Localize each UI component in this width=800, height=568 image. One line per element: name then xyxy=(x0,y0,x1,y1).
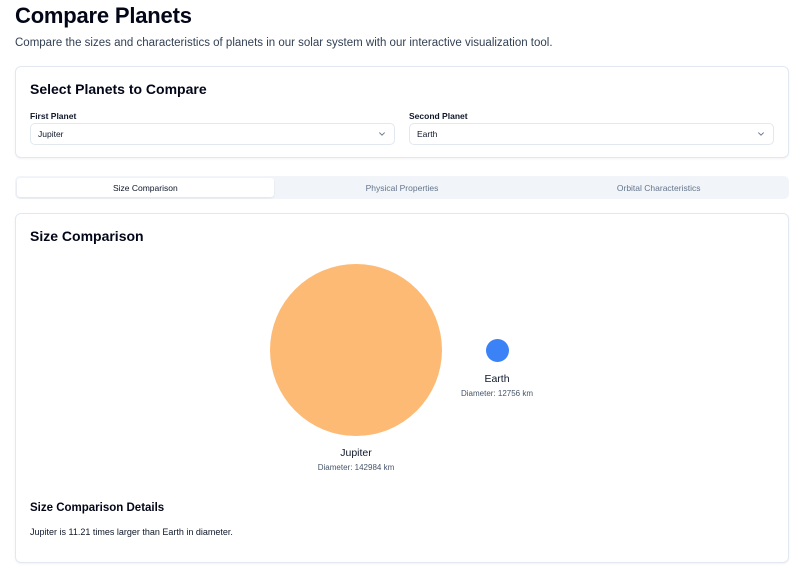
tab-orbital-characteristics[interactable]: Orbital Characteristics xyxy=(530,178,787,197)
first-planet-select[interactable]: Jupiter xyxy=(30,123,395,145)
chevron-down-icon xyxy=(758,132,764,136)
size-comparison-card: Size Comparison Jupiter Diameter: 142984… xyxy=(15,213,789,563)
details-text: Jupiter is 11.21 times larger than Earth… xyxy=(30,527,233,537)
tab-physical-properties[interactable]: Physical Properties xyxy=(274,178,531,197)
tab-size-comparison[interactable]: Size Comparison xyxy=(17,178,274,197)
second-planet-value: Earth xyxy=(417,129,438,139)
first-planet-value: Jupiter xyxy=(38,129,64,139)
chevron-down-icon xyxy=(379,132,385,136)
details-title: Size Comparison Details xyxy=(30,502,165,514)
page-subtitle: Compare the sizes and characteristics of… xyxy=(15,37,553,49)
page-title: Compare Planets xyxy=(15,3,192,28)
planet-circle-jupiter xyxy=(270,264,442,436)
size-comparison-title: Size Comparison xyxy=(30,228,144,244)
planet-diameter-jupiter: Diameter: 142984 km xyxy=(317,463,395,472)
planet-diameter-earth: Diameter: 12756 km xyxy=(460,389,534,398)
second-planet-select[interactable]: Earth xyxy=(409,123,774,145)
second-planet-label: Second Planet xyxy=(409,111,468,121)
planet-selection-card: Select Planets to Compare First Planet J… xyxy=(15,66,789,158)
comparison-tabs: Size Comparison Physical Properties Orbi… xyxy=(15,176,789,199)
planet-circle-earth xyxy=(486,339,509,362)
planet-name-earth: Earth xyxy=(484,373,510,385)
planet-name-jupiter: Jupiter xyxy=(340,447,372,459)
selection-card-title: Select Planets to Compare xyxy=(30,81,207,97)
first-planet-label: First Planet xyxy=(30,111,77,121)
